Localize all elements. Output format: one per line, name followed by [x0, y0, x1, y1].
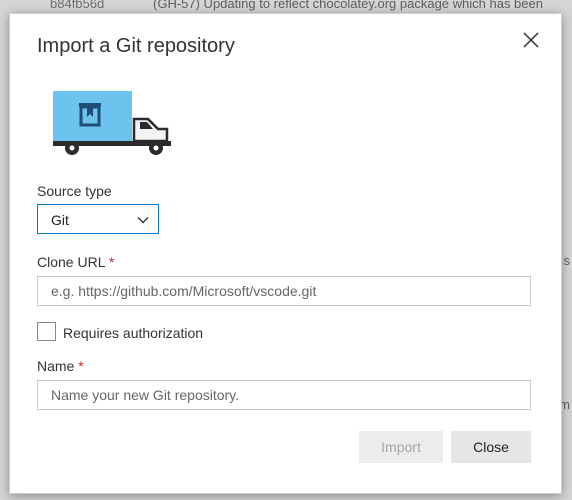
- close-button[interactable]: Close: [451, 431, 531, 463]
- name-label: Name *: [37, 358, 84, 374]
- source-type-dropdown[interactable]: Git: [37, 204, 159, 234]
- required-asterisk: *: [78, 358, 84, 374]
- name-label-text: Name: [37, 358, 75, 374]
- repo-name-input[interactable]: [37, 380, 531, 410]
- chevron-down-icon: [137, 217, 149, 224]
- required-asterisk: *: [108, 254, 115, 270]
- dialog-title: Import a Git repository: [37, 35, 235, 57]
- requires-authorization-checkbox[interactable]: [37, 322, 56, 341]
- requires-authorization-label: Requires authorization: [63, 325, 204, 341]
- clone-url-label-text: Clone URL: [37, 254, 105, 270]
- source-type-label: Source type: [37, 183, 112, 199]
- import-repo-dialog: Import a Git repository Source type Git …: [9, 13, 562, 494]
- close-icon[interactable]: [521, 30, 541, 50]
- import-button[interactable]: Import: [359, 431, 443, 463]
- clone-url-label: Clone URL *: [37, 254, 114, 270]
- truck-icon: [53, 91, 171, 155]
- clone-url-input[interactable]: [37, 276, 531, 306]
- source-type-value: Git: [51, 212, 69, 228]
